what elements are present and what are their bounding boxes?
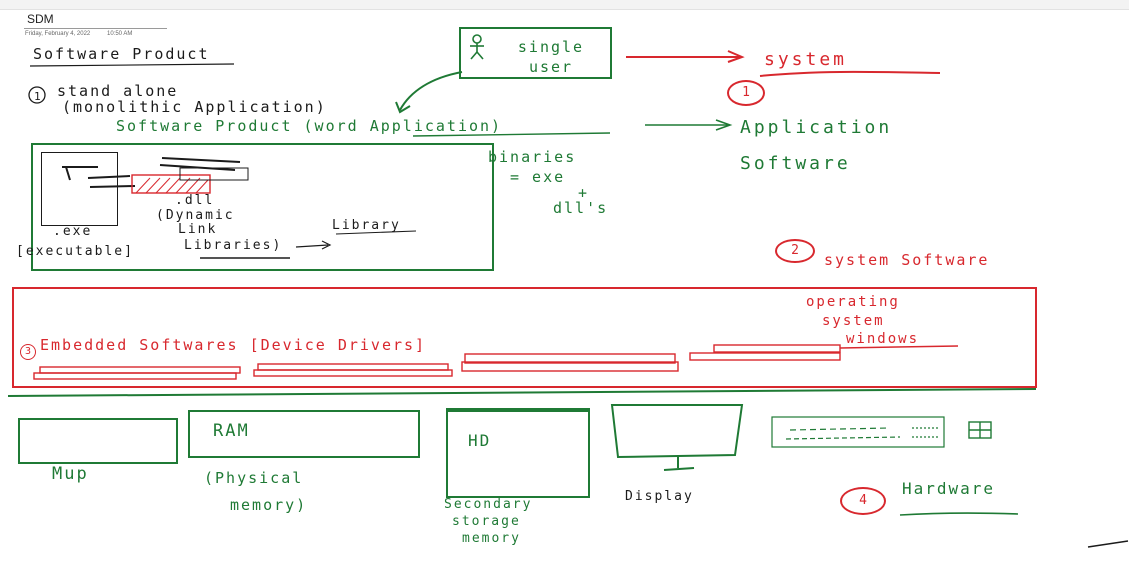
secondary-line1: Secondary [444, 497, 533, 512]
binaries-label: binaries [488, 148, 577, 166]
system-software-label: system Software [824, 251, 990, 269]
libraries-label: Libraries) [184, 238, 283, 253]
physical-memory-line1: (Physical [204, 469, 304, 487]
hardware-divider [7, 388, 1037, 397]
physical-memory-line2: memory) [230, 496, 308, 514]
hd-label: HD [468, 431, 492, 450]
library-label: Library [332, 218, 401, 233]
operating-label: operating [806, 294, 900, 310]
system-number: 1 [742, 85, 750, 100]
windows-label: windows [846, 331, 920, 347]
hardware-number-circle: 4 [840, 487, 886, 515]
system-label: system [764, 49, 848, 70]
link-label: Link [178, 222, 218, 237]
system-software-number-circle: 2 [775, 239, 815, 263]
hd-box [446, 408, 590, 498]
mup-box [18, 418, 178, 464]
software-product-label: Software Product (word Application) [116, 117, 503, 135]
ink-canvas[interactable]: Software Product 1 stand alone (monolith… [0, 0, 1129, 576]
system-number-circle: 1 [727, 80, 765, 106]
heading-underline [29, 63, 235, 67]
exe-label: .exe [53, 224, 93, 239]
system-underline [759, 70, 941, 77]
display-label: Display [625, 489, 694, 504]
embedded-number-circle: 3 [20, 344, 36, 360]
binaries-exe: = exe [510, 168, 566, 186]
application-software-line: Application Software [740, 110, 950, 182]
hardware-label: Hardware [902, 479, 996, 498]
exe-block [41, 152, 118, 226]
single-user-label: single user [517, 38, 585, 76]
user-to-product-arrow [399, 71, 463, 111]
keyboard-icon [771, 416, 945, 448]
pen-stroke [1087, 540, 1129, 548]
monitor-icon [610, 404, 744, 459]
item1-number: 1 [34, 90, 41, 103]
mup-label: Mup [52, 464, 89, 484]
application-software-label: Application Software [740, 117, 893, 174]
dll-label: .dll [175, 193, 215, 208]
secondary-line2: storage [452, 514, 521, 529]
executable-label: [executable] [16, 244, 134, 259]
secondary-line3: memory [462, 531, 521, 546]
binaries-dlls: dll's [553, 199, 609, 217]
embedded-number: 3 [24, 346, 32, 357]
hardware-underline [899, 512, 1019, 516]
embedded-software-label: Embedded Softwares [Device Drivers] [40, 336, 427, 354]
add-box-icon [968, 421, 992, 439]
item1-line2: (monolithic Application) [62, 98, 327, 116]
dynamic-label: (Dynamic [156, 208, 235, 223]
os-system-label: system [822, 313, 885, 329]
hardware-number: 4 [859, 493, 867, 508]
ram-label: RAM [213, 421, 250, 441]
system-software-number: 2 [791, 243, 799, 258]
